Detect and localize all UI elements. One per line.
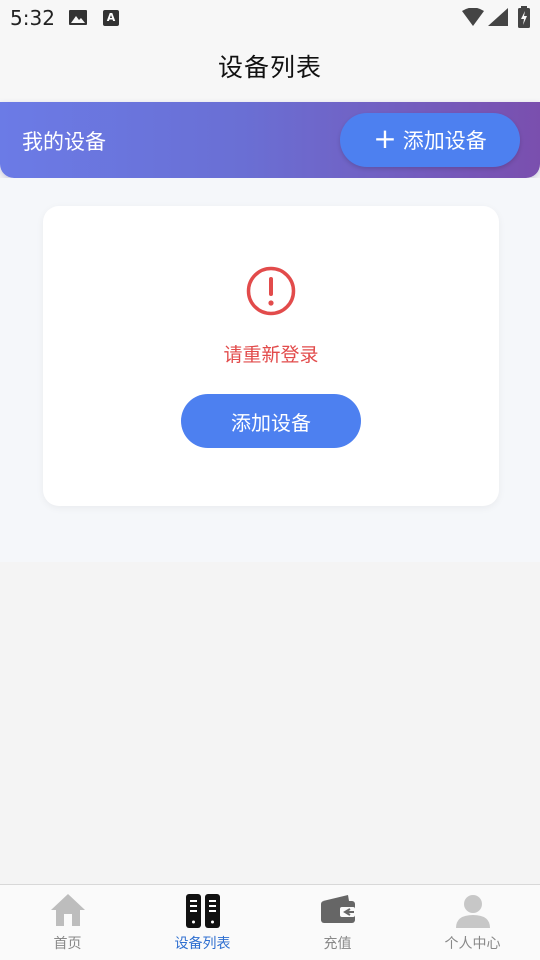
status-bar: 5:32 A <box>0 0 540 36</box>
device-list-icon <box>185 894 220 928</box>
tab-profile[interactable]: 个人中心 <box>405 885 540 960</box>
a-icon: A <box>103 10 119 26</box>
tab-home-label: 首页 <box>53 936 82 952</box>
battery-icon <box>518 6 530 28</box>
status-time: 5:32 <box>10 6 55 30</box>
add-device-button-label: 添加设备 <box>402 129 487 153</box>
content-area: 请重新登录 添加设备 <box>0 178 540 562</box>
add-device-button[interactable]: + 添加设备 <box>340 113 520 167</box>
tab-profile-label: 个人中心 <box>444 936 501 952</box>
bottom-tab-bar: 首页 设备列表 充值 个人中心 <box>0 884 540 960</box>
plus-icon: + <box>373 121 397 155</box>
tab-device-list[interactable]: 设备列表 <box>135 885 270 960</box>
title-bar: 设备列表 <box>0 36 540 102</box>
home-icon <box>50 894 85 926</box>
add-device-card-button[interactable]: 添加设备 <box>181 394 361 448</box>
tab-recharge[interactable]: 充值 <box>270 885 405 960</box>
alert-circle-icon <box>246 266 296 316</box>
tab-home[interactable]: 首页 <box>0 885 135 960</box>
tab-recharge-label: 充值 <box>323 936 352 952</box>
image-icon <box>69 10 87 25</box>
relogin-message: 请重新登录 <box>223 344 319 366</box>
wifi-icon <box>462 8 484 26</box>
person-icon <box>455 895 490 928</box>
empty-state-card: 请重新登录 添加设备 <box>43 206 499 506</box>
tab-device-list-label: 设备列表 <box>174 936 231 952</box>
wallet-icon <box>320 895 355 923</box>
banner-title: 我的设备 <box>22 130 106 154</box>
cellular-icon <box>488 8 508 26</box>
my-devices-banner: 我的设备 + 添加设备 <box>0 102 540 178</box>
page-title: 设备列表 <box>217 53 322 82</box>
